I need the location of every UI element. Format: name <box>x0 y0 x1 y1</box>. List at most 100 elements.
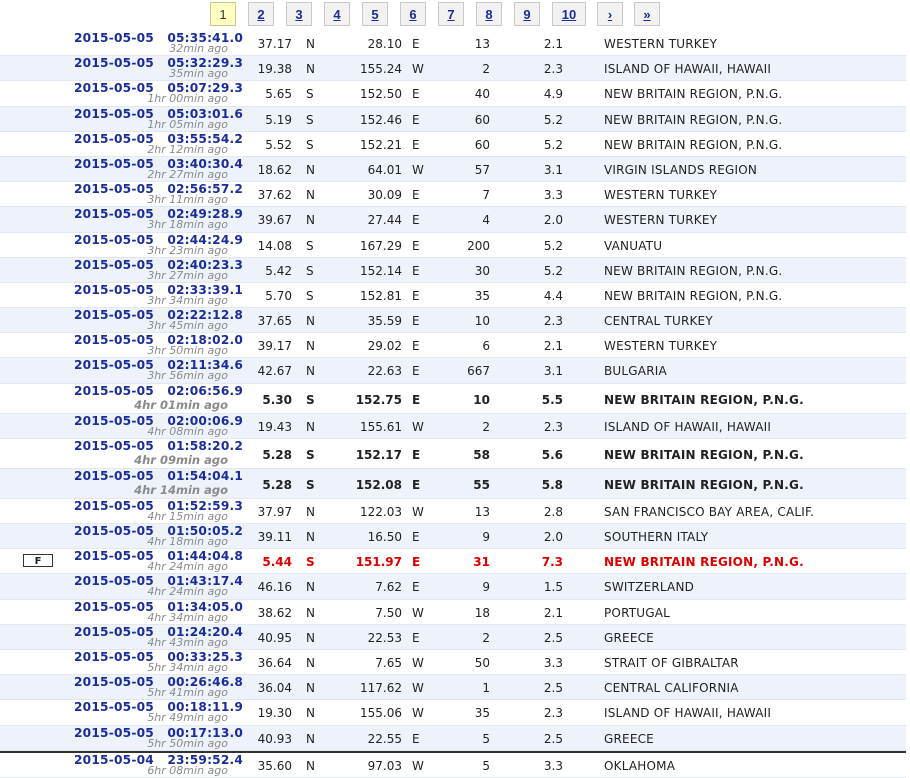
table-row[interactable]: 2015-05-05 02:11:34.6 3hr 56min ago 42.67 N… <box>0 358 906 384</box>
magnitude: 2.3 <box>543 62 563 77</box>
table-row[interactable]: 2015-05-05 01:43:17.4 4hr 24min ago 46.16 N… <box>0 574 906 600</box>
table-row[interactable]: 2015-05-05 01:34:05.0 4hr 34min ago 38.62 N… <box>0 600 906 625</box>
page-link-1[interactable]: 1 <box>210 2 236 26</box>
magnitude: 2.1 <box>543 37 563 51</box>
next-page-button[interactable]: › <box>597 2 623 26</box>
magnitude: 2.3 <box>543 314 563 329</box>
table-row[interactable]: 2015-05-05 02:40:23.3 3hr 27min ago 5.42 S 1… <box>0 257 906 283</box>
region-name: PORTUGAL <box>604 605 671 620</box>
table-row[interactable]: 2015-05-05 02:49:28.9 3hr 18min ago 39.67 N… <box>0 207 906 233</box>
region-name: BULGARIA <box>604 364 667 379</box>
page-link-5[interactable]: 5 <box>362 2 388 26</box>
table-row[interactable]: 2015-05-05 01:54:04.1 4hr 14min ago 5.28 S 1… <box>0 468 906 499</box>
magnitude: 3.3 <box>543 655 563 670</box>
table-row[interactable]: 2015-05-05 05:03:01.6 1hr 05min ago 5.19 S 1… <box>0 106 906 132</box>
table-row[interactable]: 2015-05-05 02:33:39.1 3hr 34min ago 5.70 S 1… <box>0 283 906 309</box>
magnitude: 4.9 <box>543 87 563 102</box>
table-row[interactable]: 2015-05-05 02:44:24.9 3hr 23min ago 14.08 S… <box>0 233 906 258</box>
table-row[interactable]: 2015-05-05 05:32:29.3 35min ago 19.38 N 155.… <box>0 56 906 82</box>
table-row[interactable]: 2015-05-05 03:55:54.2 2hr 12min ago 5.52 S 1… <box>0 132 906 157</box>
magnitude: 1.5 <box>543 580 563 595</box>
region-name: NEW BRITAIN REGION, P.N.G. <box>604 112 783 127</box>
region-name: WESTERN TURKEY <box>604 213 718 228</box>
region-name: NEW BRITAIN REGION, P.N.G. <box>604 477 804 492</box>
magnitude: 5.2 <box>543 238 563 253</box>
magnitude: 3.3 <box>543 758 563 773</box>
region-name: GREECE <box>604 731 654 746</box>
page-link-10[interactable]: 10 <box>552 2 586 26</box>
page-link-3[interactable]: 3 <box>286 2 312 26</box>
pagination: 1 2 3 4 5 6 7 8 9 10 › » <box>0 2 910 30</box>
region-name: ISLAND OF HAWAII, HAWAII <box>604 419 772 434</box>
region-name: NEW BRITAIN REGION, P.N.G. <box>604 87 783 102</box>
table-row[interactable]: 2015-05-05 05:07:29.3 1hr 00min ago 5.65 S 1… <box>0 81 906 107</box>
magnitude: 2.0 <box>543 213 563 228</box>
region-name: WESTERN TURKEY <box>604 339 718 354</box>
region-name: NEW BRITAIN REGION, P.N.G. <box>604 447 804 462</box>
magnitude: 2.8 <box>543 504 563 519</box>
region-name: NEW BRITAIN REGION, P.N.G. <box>604 137 783 152</box>
page-link-8[interactable]: 8 <box>476 2 502 26</box>
region-name: NEW BRITAIN REGION, P.N.G. <box>604 288 783 303</box>
table-row[interactable]: 2015-05-05 00:17:13.0 5hr 50min ago 40.93 N… <box>0 725 906 751</box>
table-row[interactable]: 2015-05-05 00:18:11.9 5hr 49min ago 19.30 N… <box>0 700 906 726</box>
table-row[interactable]: 2015-05-05 02:56:57.2 3hr 11min ago 37.62 N… <box>0 182 906 208</box>
table-row[interactable]: 2015-05-04 23:59:52.4 6hr 08min ago 35.60 N… <box>0 753 906 778</box>
magnitude: 5.2 <box>543 263 563 278</box>
region-name: SWITZERLAND <box>604 580 695 595</box>
table-row[interactable]: 2015-05-05 00:33:25.3 5hr 34min ago 36.64 N… <box>0 650 906 676</box>
table-row[interactable]: 2015-05-05 02:22:12.8 3hr 45min ago 37.65 N… <box>0 308 906 334</box>
region-name: NEW BRITAIN REGION, P.N.G. <box>604 555 804 570</box>
region-name: ISLAND OF HAWAII, HAWAII <box>604 706 772 721</box>
magnitude: 4.4 <box>543 288 563 303</box>
table-row[interactable]: 2015-05-05 05:35:41.0 32min ago 37.17 N 28.1… <box>0 31 906 57</box>
magnitude: 2.0 <box>543 530 563 544</box>
region-name: STRAIT OF GIBRALTAR <box>604 655 739 670</box>
magnitude: 7.3 <box>541 555 563 570</box>
magnitude: 2.3 <box>543 419 563 434</box>
region-name: SAN FRANCISCO BAY AREA, CALIF. <box>604 504 815 519</box>
table-row[interactable]: 2015-05-05 01:52:59.3 4hr 15min ago 37.97 N… <box>0 499 906 524</box>
table-row[interactable]: 2015-05-05 03:40:30.4 2hr 27min ago 18.62 N… <box>0 156 906 183</box>
magnitude: 2.3 <box>543 706 563 721</box>
page-link-9[interactable]: 9 <box>514 2 540 26</box>
magnitude: 2.5 <box>543 681 563 696</box>
magnitude: 5.8 <box>541 477 563 492</box>
magnitude: 2.1 <box>543 605 563 620</box>
table-row[interactable]: 2015-05-05 00:26:46.8 5hr 41min ago 36.04 N… <box>0 675 906 701</box>
magnitude: 2.5 <box>543 630 563 645</box>
magnitude: 5.6 <box>541 447 563 462</box>
region-name: ISLAND OF HAWAII, HAWAII <box>604 62 772 77</box>
magnitude: 3.3 <box>543 188 563 203</box>
page-link-2[interactable]: 2 <box>248 2 274 26</box>
magnitude: 5.2 <box>543 112 563 127</box>
felt-report-badge[interactable]: F <box>23 554 53 568</box>
region-name: WESTERN TURKEY <box>604 188 718 203</box>
region-name: GREECE <box>604 630 654 645</box>
region-name: VIRGIN ISLANDS REGION <box>604 162 758 177</box>
page-link-6[interactable]: 6 <box>400 2 426 26</box>
magnitude: 5.5 <box>541 392 563 407</box>
region-name: OKLAHOMA <box>604 758 676 773</box>
table-row[interactable]: 2015-05-05 01:50:05.2 4hr 18min ago 39.11 N… <box>0 524 906 550</box>
magnitude: 5.2 <box>543 137 563 152</box>
table-row[interactable]: 2015-05-05 01:44:04.8 4hr 24min ago 5.44 S 1… <box>0 549 906 575</box>
earthquake-list: 2015-05-05 05:35:41.0 32min ago 37.17 N 28.1… <box>0 31 906 778</box>
region-name: WESTERN TURKEY <box>604 37 718 51</box>
magnitude: 2.1 <box>543 339 563 354</box>
region-name: CENTRAL TURKEY <box>604 314 713 329</box>
region-name: CENTRAL CALIFORNIA <box>604 681 739 696</box>
magnitude: 3.1 <box>543 162 563 177</box>
table-row[interactable]: 2015-05-05 02:06:56.9 4hr 01min ago 5.30 S 1… <box>0 384 906 414</box>
table-row[interactable]: 2015-05-05 02:18:02.0 3hr 50min ago 39.17 N… <box>0 333 906 359</box>
table-row[interactable]: 2015-05-05 01:58:20.2 4hr 09min ago 5.28 S 1… <box>0 439 906 469</box>
magnitude: 2.5 <box>543 731 563 746</box>
magnitude: 3.1 <box>543 364 563 379</box>
region-name: NEW BRITAIN REGION, P.N.G. <box>604 392 804 407</box>
table-row[interactable]: 2015-05-05 01:24:20.4 4hr 43min ago 40.95 N… <box>0 624 906 650</box>
page-link-4[interactable]: 4 <box>324 2 350 26</box>
region-name: NEW BRITAIN REGION, P.N.G. <box>604 263 783 278</box>
page-link-7[interactable]: 7 <box>438 2 464 26</box>
last-page-button[interactable]: » <box>634 2 660 26</box>
table-row[interactable]: 2015-05-05 02:00:06.9 4hr 08min ago 19.43 N… <box>0 413 906 439</box>
